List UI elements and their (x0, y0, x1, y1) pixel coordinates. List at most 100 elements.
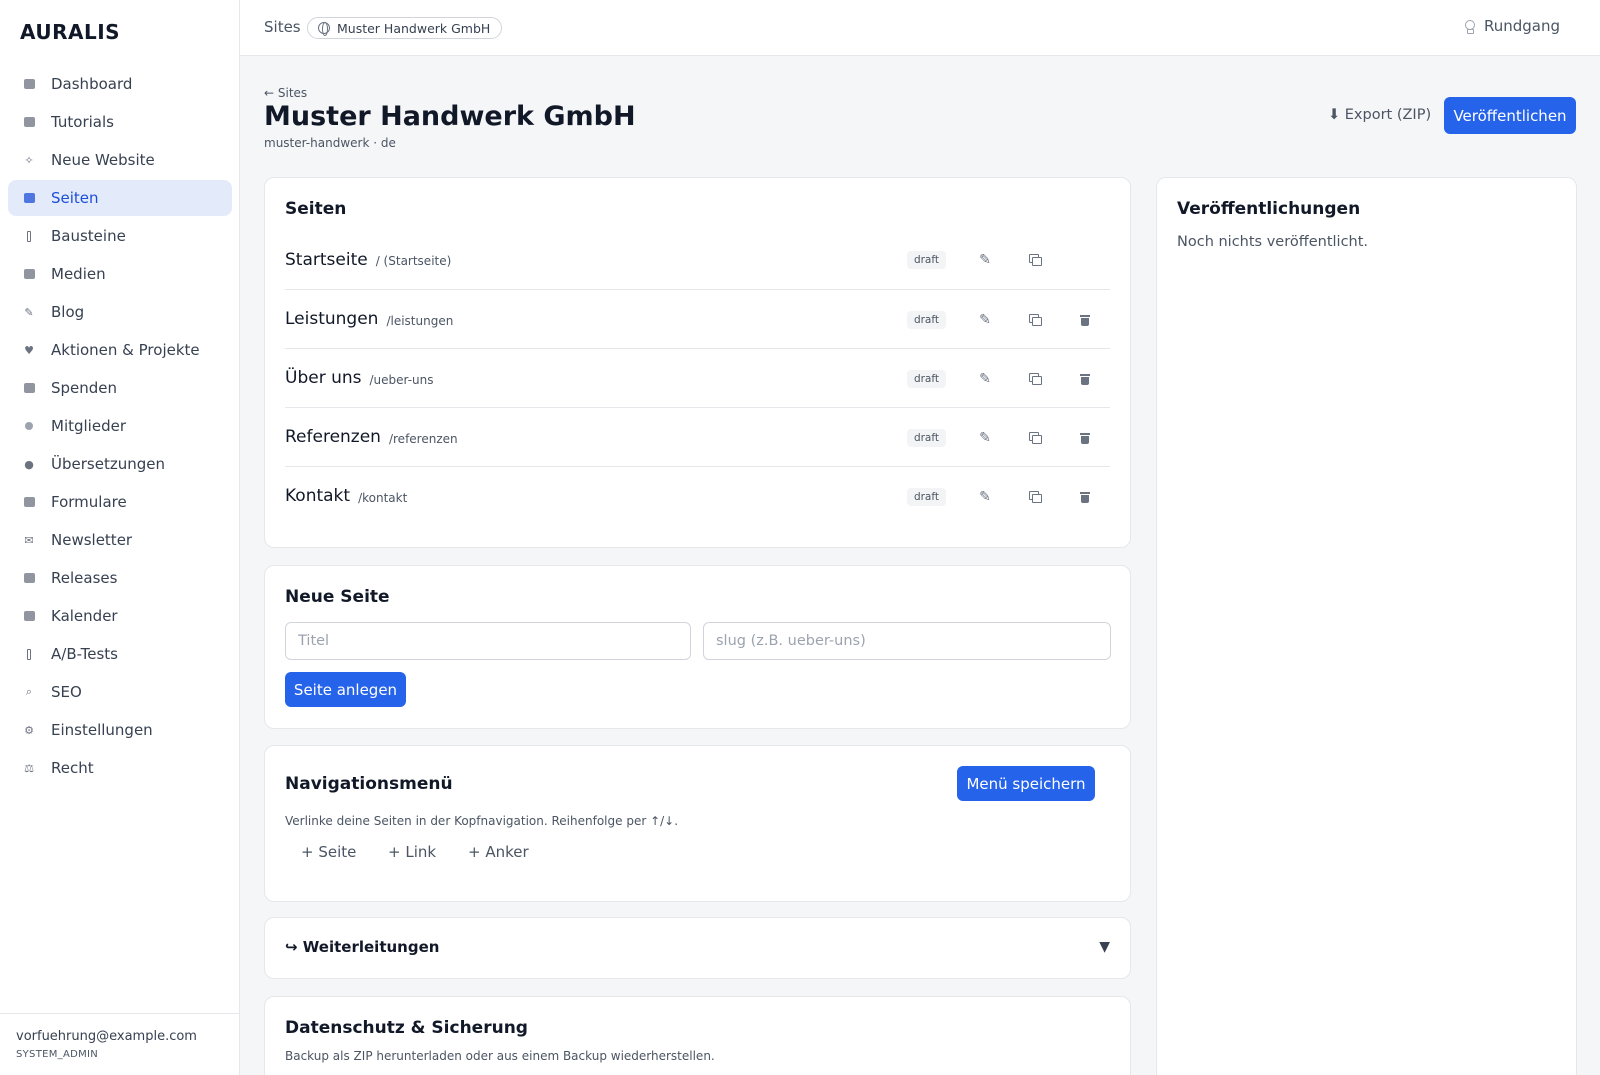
page-row-slug: / (Startseite) (375, 254, 452, 268)
sidebar: AURALIS Dashboard Tutorials ✧ Neue Website S… (0, 0, 240, 1075)
page-row-actions: draft ✎ (906, 349, 1110, 408)
page-row-title[interactable]: Leistungen (285, 309, 378, 329)
privacy-backup-title: Datenschutz & Sicherung (285, 1018, 528, 1038)
page-row: Über uns/ueber-uns draft ✎ (285, 348, 1110, 407)
edit-page-button[interactable]: ✎ (960, 423, 1010, 453)
page-row-slug: /ueber-uns (369, 372, 434, 387)
calendar-icon (22, 609, 36, 623)
add-page-menu-item-button[interactable]: + Seite (301, 843, 356, 861)
publications-title: Veröffentlichungen (1177, 199, 1361, 219)
sidebar-item-tutorials[interactable]: Tutorials (8, 104, 232, 140)
sidebar-item-aktionen-projekte[interactable]: ♥ Aktionen & Projekte (8, 332, 232, 368)
publish-button[interactable]: Veröffentlichen (1444, 97, 1576, 134)
sidebar-item-seo[interactable]: ⌕ SEO (8, 674, 232, 710)
sidebar-item-label: Seiten (51, 189, 99, 207)
copy-icon (1029, 254, 1042, 266)
site-switcher[interactable]: Muster Handwerk GmbH (307, 17, 503, 39)
sidebar-item-label: Kalender (51, 607, 118, 625)
sidebar-item-formulare[interactable]: Formulare (8, 484, 232, 520)
page-row-title[interactable]: Über uns (285, 368, 362, 388)
navigation-menu-description: Verlinke deine Seiten in der Kopfnavigat… (285, 814, 679, 828)
mail-icon: ✉ (24, 533, 34, 547)
sidebar-item-blog[interactable]: ✎ Blog (8, 294, 232, 330)
trash-icon (1080, 314, 1090, 326)
duplicate-page-button[interactable] (1010, 423, 1060, 453)
sidebar-item-seiten[interactable]: Seiten (8, 180, 232, 216)
delete-page-button[interactable] (1060, 482, 1110, 512)
create-page-button[interactable]: Seite anlegen (285, 672, 406, 707)
redirects-title: ↪ Weiterleitungen (285, 938, 440, 956)
page-row-actions: draft ✎ (906, 467, 1110, 526)
sidebar-item-newsletter[interactable]: ✉ Newsletter (8, 522, 232, 558)
image-icon (22, 267, 36, 281)
delete-page-button[interactable] (1060, 423, 1110, 453)
scales-icon: ⚖ (24, 761, 34, 775)
add-link-menu-item-button[interactable]: + Link (388, 843, 436, 861)
sidebar-item-label: Aktionen & Projekte (51, 341, 200, 359)
back-to-sites-link[interactable]: ← Sites (264, 86, 307, 100)
page-row-title[interactable]: Kontakt (285, 486, 350, 506)
privacy-backup-card: Datenschutz & Sicherung Backup als ZIP h… (264, 996, 1131, 1075)
copy-icon (1029, 314, 1042, 326)
page-slug-input[interactable] (703, 622, 1111, 660)
duplicate-page-button[interactable] (1010, 364, 1060, 394)
edit-page-button[interactable]: ✎ (960, 305, 1010, 335)
trash-icon (1080, 491, 1090, 503)
status-badge: draft (906, 428, 946, 447)
globe-icon: ● (24, 457, 34, 471)
sidebar-nav: Dashboard Tutorials ✧ Neue Website Seiten Bau… (8, 66, 232, 788)
copy-icon (1029, 373, 1042, 385)
page-row: Kontakt/kontakt draft ✎ (285, 466, 1110, 525)
sidebar-item-neue-website[interactable]: ✧ Neue Website (8, 142, 232, 178)
delete-page-button[interactable] (1060, 364, 1110, 394)
gear-icon: ⚙ (24, 723, 34, 737)
duplicate-page-button[interactable] (1010, 482, 1060, 512)
redirects-accordion[interactable]: ↪ Weiterleitungen ▼ (264, 917, 1131, 979)
page-row: Startseite / (Startseite) draft ✎ (285, 230, 1110, 289)
sidebar-item-label: Releases (51, 569, 118, 587)
sidebar-item-medien[interactable]: Medien (8, 256, 232, 292)
export-zip-button[interactable]: ⬇ Export (ZIP) (1320, 97, 1439, 133)
sidebar-item-kalender[interactable]: Kalender (8, 598, 232, 634)
pencil-icon: ✎ (979, 311, 991, 328)
page-title: Muster Handwerk GmbH (264, 101, 636, 132)
user-email: vorfuehrung@example.com (16, 1029, 197, 1044)
sidebar-item-dashboard[interactable]: Dashboard (8, 66, 232, 102)
sparkle-icon: ✧ (24, 153, 34, 167)
block-icon (22, 229, 36, 243)
add-anchor-menu-item-button[interactable]: + Anker (468, 843, 529, 861)
status-badge: draft (906, 250, 946, 269)
sidebar-item-a-b-tests[interactable]: A/B-Tests (8, 636, 232, 672)
breadcrumb-sites[interactable]: Sites (264, 18, 301, 36)
clipboard-icon (22, 495, 36, 509)
edit-page-button[interactable]: ✎ (960, 364, 1010, 394)
sidebar-item-recht[interactable]: ⚖ Recht (8, 750, 232, 786)
sidebar-item-einstellungen[interactable]: ⚙ Einstellungen (8, 712, 232, 748)
page-row-title[interactable]: Startseite (285, 250, 368, 270)
sidebar-item-spenden[interactable]: Spenden (8, 370, 232, 406)
delete-page-button[interactable] (1060, 305, 1110, 335)
user-role: SYSTEM_ADMIN (16, 1049, 99, 1060)
tour-button[interactable]: Rundgang (1464, 17, 1560, 35)
sidebar-item-label: Blog (51, 303, 85, 321)
edit-page-button[interactable]: ✎ (960, 245, 1010, 275)
people-icon (22, 419, 36, 433)
sidebar-item-bausteine[interactable]: Bausteine (8, 218, 232, 254)
new-page-card: Neue Seite Seite anlegen (264, 565, 1131, 729)
duplicate-page-button[interactable] (1010, 245, 1060, 275)
sidebar-item-label: Recht (51, 759, 94, 777)
edit-page-button[interactable]: ✎ (960, 482, 1010, 512)
privacy-backup-description: Backup als ZIP herunterladen oder aus ei… (285, 1049, 715, 1063)
sidebar-item-übersetzungen[interactable]: ● Übersetzungen (8, 446, 232, 482)
duplicate-page-button[interactable] (1010, 305, 1060, 335)
page-title-input[interactable] (285, 622, 691, 660)
copy-icon (1029, 491, 1042, 503)
save-menu-button[interactable]: Menü speichern (957, 766, 1095, 801)
sidebar-item-mitglieder[interactable]: Mitglieder (8, 408, 232, 444)
dashboard-icon (22, 77, 36, 91)
sidebar-item-releases[interactable]: Releases (8, 560, 232, 596)
pencil-icon: ✎ (979, 251, 991, 268)
page-row-title[interactable]: Referenzen (285, 427, 381, 447)
sidebar-item-label: Bausteine (51, 227, 126, 245)
site-slug-language: muster-handwerk · de (264, 136, 396, 150)
